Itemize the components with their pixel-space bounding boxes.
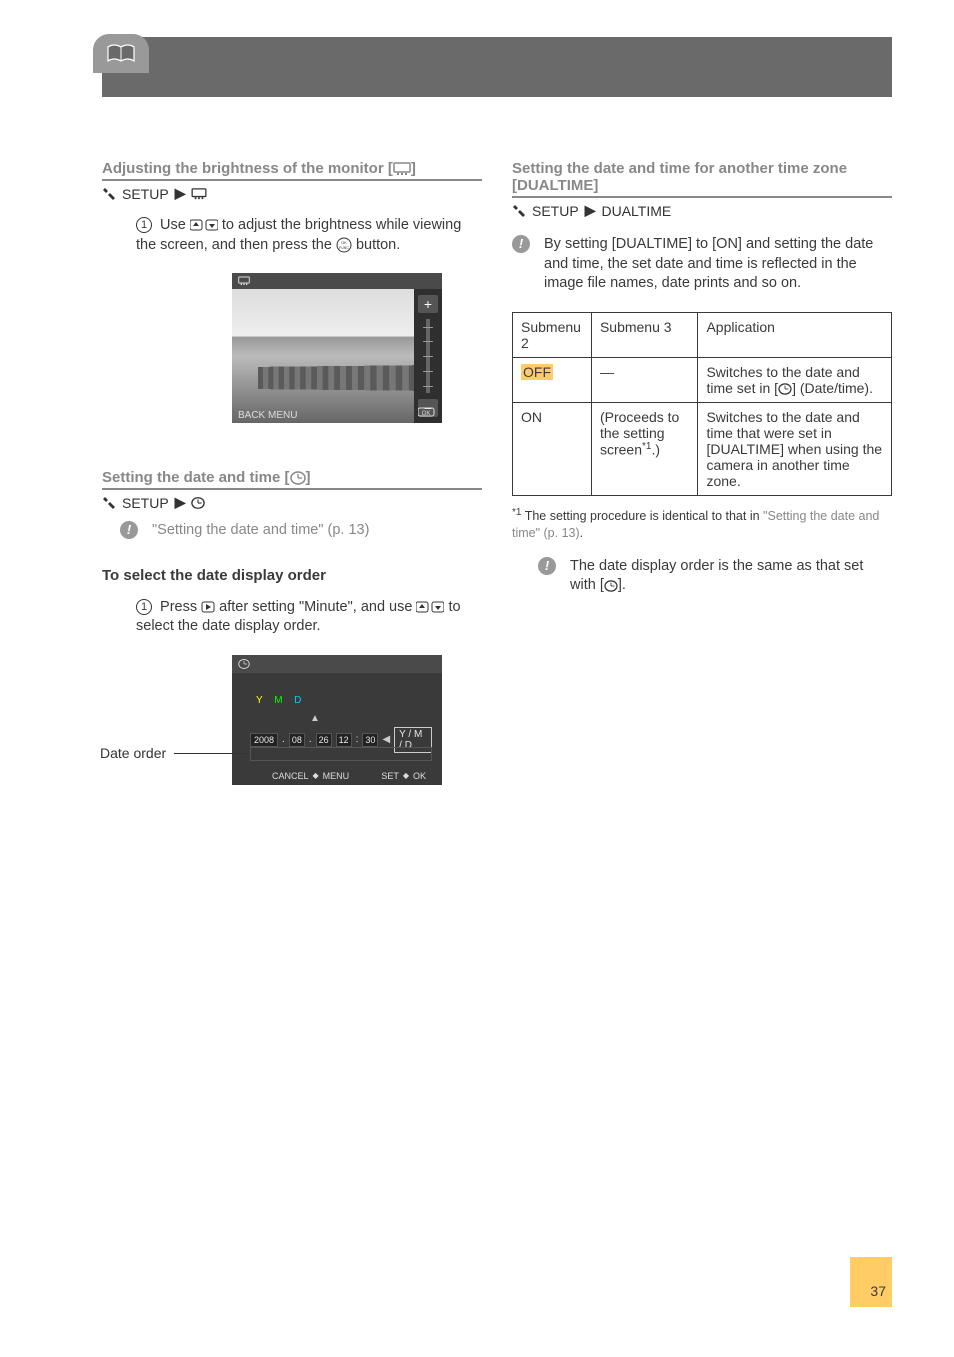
arrow-up-down-pad-icon: [190, 218, 218, 232]
day-cell[interactable]: 26: [316, 733, 332, 747]
dateorder-step1-a: Press: [160, 599, 201, 615]
right-pad-icon: [201, 600, 215, 614]
breadcrumb-brightness: SETUP ▶: [102, 179, 482, 202]
date-order-callout-label: Date order: [100, 745, 166, 761]
svg-text:OK: OK: [422, 411, 431, 417]
arrow-up-down-pad-icon: [416, 600, 444, 614]
section-heading-dualtime: Setting the date and time for another ti…: [512, 160, 892, 194]
right-column: Setting the date and time for another ti…: [512, 160, 892, 785]
clock-icon: [604, 580, 618, 592]
table-header-submenu3: Submenu 3: [591, 312, 698, 357]
brightness-plus-button[interactable]: +: [418, 295, 438, 313]
on-submenu3: (Proceeds to the setting screen*1.): [591, 402, 698, 495]
table-row: ON (Proceeds to the setting screen*1.) S…: [513, 402, 892, 495]
breadcrumb-dualtime-label: DUALTIME: [601, 203, 671, 219]
brightness-step1-c: button.: [356, 237, 400, 253]
hour-cell[interactable]: 12: [336, 733, 352, 747]
brightness-preview-screen: + − BACK MENU OK: [232, 273, 442, 423]
brightness-step1-a: Use: [160, 217, 190, 233]
header-tab-book-icon: [93, 34, 149, 73]
chevron-right-icon: ▶: [175, 185, 186, 202]
left-column: Adjusting the brightness of the monitor …: [102, 160, 482, 785]
breadcrumb-setup-label: SETUP: [122, 186, 169, 202]
dualtime-note-2: The date display order is the same as th…: [570, 557, 892, 596]
up-arrow-icon: ▲: [310, 713, 320, 724]
book-open-icon: [106, 43, 136, 65]
off-submenu3: —: [591, 357, 698, 402]
chevron-left-icon: ◀: [382, 734, 390, 745]
set-label: SET ◆ OK: [381, 771, 426, 781]
minute-cell[interactable]: 30: [362, 733, 378, 747]
month-cell[interactable]: 08: [289, 733, 305, 747]
off-value: OFF: [521, 364, 553, 380]
table-row: OFF — Switches to the date and time set …: [513, 357, 892, 402]
brightness-step-1: 1 Use to adjust the brightness while vie…: [102, 216, 482, 255]
monitor-brightness-icon: [238, 276, 250, 286]
setup-wrench-icon: [512, 204, 526, 218]
dateorder-step-1: 1 Press after setting "Minute", and use …: [102, 598, 482, 637]
off-application: Switches to the date and time set in [] …: [698, 357, 892, 402]
breadcrumb-setup-label: SETUP: [122, 495, 169, 511]
step-number-1-icon: 1: [136, 217, 152, 233]
svg-text:FUNC: FUNC: [339, 246, 349, 250]
subheading-date-order: To select the date display order: [102, 567, 482, 584]
page-root: Adjusting the brightness of the monitor …: [0, 0, 954, 1357]
chevron-right-icon: ▶: [585, 202, 596, 219]
dualtime-table: Submenu 2 Submenu 3 Application OFF — Sw…: [512, 312, 892, 496]
clock-icon: [290, 471, 306, 485]
dualtime-note-1: By setting [DUALTIME] to [ON] and settin…: [544, 235, 892, 294]
cancel-label: CANCEL ◆ MENU: [272, 771, 349, 781]
table-header-application: Application: [698, 312, 892, 357]
on-value: ON: [513, 402, 592, 495]
note-icon: !: [538, 557, 556, 575]
clock-icon: [238, 658, 250, 670]
ok-func-button-icon: OKFUNC: [336, 237, 352, 253]
dateorder-step1-b: after setting "Minute", and use: [219, 599, 416, 615]
section-heading-brightness: Adjusting the brightness of the monitor …: [102, 160, 482, 177]
year-cell[interactable]: 2008: [250, 733, 278, 747]
breadcrumb-dualtime: SETUP ▶ DUALTIME: [512, 196, 892, 219]
order-row-underline: [250, 747, 432, 761]
setup-wrench-icon: [102, 496, 116, 510]
monitor-brightness-icon: [191, 188, 207, 200]
clock-icon: [191, 496, 205, 510]
section-heading-datetime: Setting the date and time []: [102, 469, 482, 486]
on-application: Switches to the date and time that were …: [698, 402, 892, 495]
dateorder-preview-screen: Date order Y M D ▲ 2008 . 08 . 26 12 :: [232, 655, 442, 785]
callout-leader-line: [174, 753, 246, 754]
dualtime-footnote: *1 The setting procedure is identical to…: [512, 506, 892, 543]
breadcrumb-setup-label: SETUP: [532, 203, 579, 219]
header-bar: [102, 37, 892, 97]
preview-back-label: BACK MENU: [238, 410, 297, 421]
table-header-submenu2: Submenu 2: [513, 312, 592, 357]
setup-wrench-icon: [102, 187, 116, 201]
preview-ok-icon: OK: [418, 406, 436, 421]
preview-photo: [232, 289, 414, 423]
brightness-slider[interactable]: + −: [414, 289, 442, 423]
ymd-labels: Y M D: [256, 695, 303, 706]
page-number: 37: [870, 1283, 886, 1299]
step-number-1-icon: 1: [136, 599, 152, 615]
note-icon: !: [120, 521, 138, 539]
breadcrumb-datetime: SETUP ▶: [102, 488, 482, 511]
chevron-right-icon: ▶: [175, 494, 186, 511]
datetime-ref-note: "Setting the date and time" (p. 13): [152, 521, 482, 541]
clock-icon: [778, 383, 792, 395]
page-number-box: 37: [850, 1257, 892, 1307]
note-icon: !: [512, 235, 530, 253]
svg-text:OK: OK: [341, 240, 347, 245]
brightness-slider-track[interactable]: [426, 319, 430, 393]
monitor-brightness-icon: [393, 162, 411, 176]
